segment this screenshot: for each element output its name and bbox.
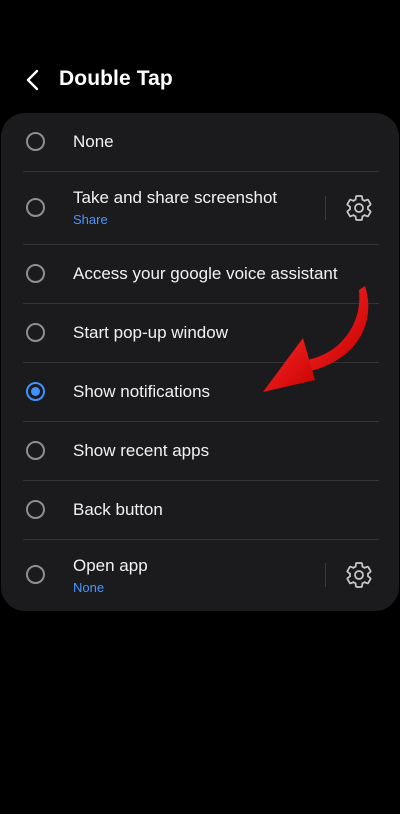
option-back-button[interactable]: Back button [1,481,399,539]
option-label: Back button [73,500,163,519]
app-bar: Double Tap [0,56,400,104]
option-open-app[interactable]: Open app None [1,540,399,611]
option-voice-assistant[interactable]: Access your google voice assistant [1,245,399,303]
option-label: Show recent apps [73,441,210,460]
back-button[interactable] [16,64,50,96]
option-label: Open app [73,556,148,575]
page-title: Double Tap [59,67,173,90]
option-start-popup-window[interactable]: Start pop-up window [1,304,399,362]
radio-button[interactable] [26,264,45,283]
radio-button[interactable] [26,565,45,584]
option-take-and-share-screenshot[interactable]: Take and share screenshot Share [1,172,399,244]
option-show-recent-apps[interactable]: Show recent apps [1,422,399,480]
gear-icon[interactable] [344,560,374,590]
radio-button-selected[interactable] [26,382,45,401]
radio-button[interactable] [26,132,45,151]
radio-button[interactable] [26,323,45,342]
option-none[interactable]: None [1,113,399,171]
option-label: Show notifications [73,382,211,401]
option-label: Start pop-up window [73,323,228,342]
radio-button[interactable] [26,500,45,519]
option-sublabel: Share [73,212,108,227]
options-card: None Take and share screenshot Share Acc… [1,113,399,611]
settings-screen: Double Tap None Take and share screensho… [0,0,400,814]
radio-button[interactable] [26,198,45,217]
vertical-divider [325,196,326,220]
radio-button[interactable] [26,441,45,460]
option-label: Access your google voice assistant [73,264,338,283]
option-show-notifications[interactable]: Show notifications [1,363,399,421]
option-label: None [73,132,114,151]
option-sublabel: None [73,580,105,595]
vertical-divider [325,563,326,587]
gear-icon[interactable] [344,193,374,223]
chevron-left-icon [26,69,39,91]
option-label: Take and share screenshot [73,188,278,207]
